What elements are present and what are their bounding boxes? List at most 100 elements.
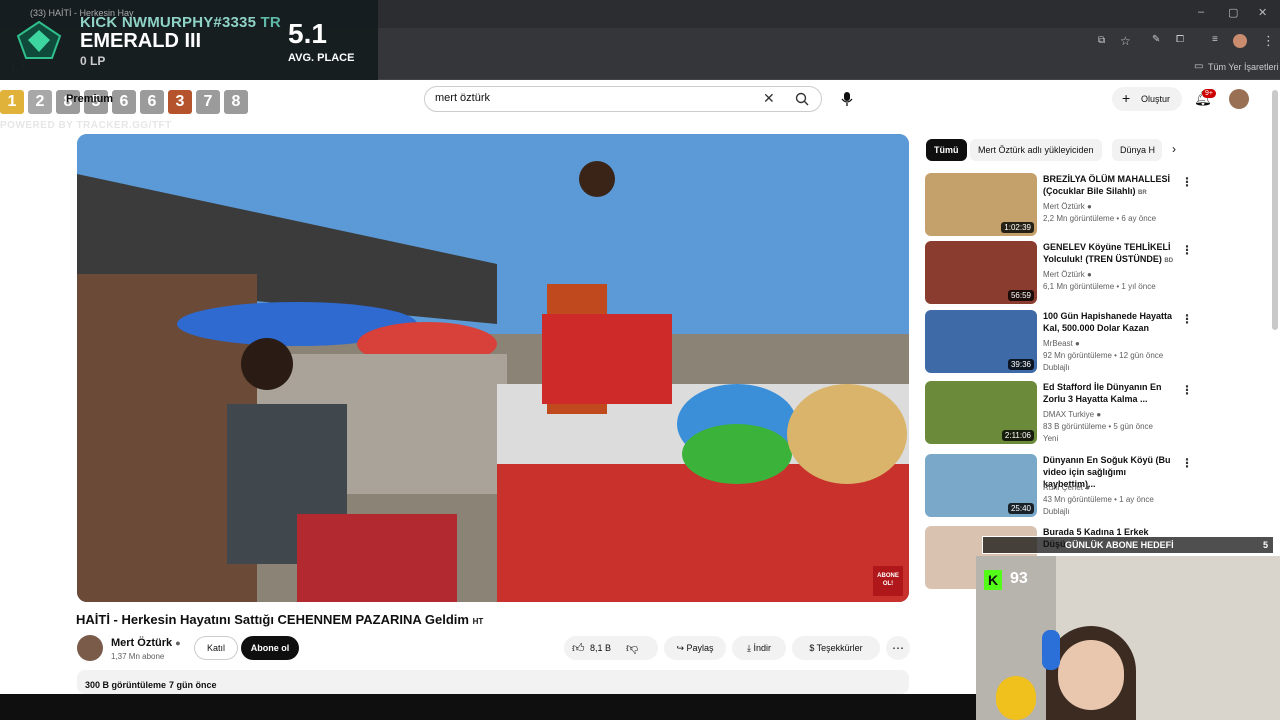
video-duration: 25:40 — [1007, 503, 1034, 514]
recommendation-tag: Dublajlı — [1043, 507, 1070, 516]
recommendation-item[interactable]: 56:59 GENELEV Köyüne TEHLİKELİ Yolculuk! … — [925, 241, 1193, 305]
description-box[interactable]: 300 B görüntüleme 7 gün önce — [77, 670, 909, 694]
avg-place-value: 5.1 — [288, 18, 327, 49]
video-duration: 1:02:39 — [1001, 222, 1034, 233]
profile-avatar[interactable] — [1233, 34, 1247, 48]
kick-follower-count: 93 — [1010, 570, 1028, 587]
recommendation-thumbnail[interactable]: 1:02:39 — [925, 173, 1037, 236]
recommendation-thumbnail[interactable]: 25:40 — [925, 454, 1037, 517]
subscriber-count: 1,37 Mn abone — [111, 652, 165, 661]
bookmark-star-icon[interactable]: ☆ — [1120, 34, 1131, 48]
minimize-icon[interactable]: – — [1198, 6, 1204, 18]
chevron-right-icon[interactable]: › — [1172, 142, 1176, 156]
sub-goal-label: GÜNLÜK ABONE HEDEFİ — [1065, 540, 1174, 550]
more-options-icon[interactable]: ⋮ — [1181, 175, 1193, 189]
thanks-label: Teşekkürler — [816, 643, 863, 653]
recommendation-title[interactable]: BREZİLYA ÖLÜM MAHALLESİ (Çocuklar Bile S… — [1043, 173, 1175, 199]
more-options-icon[interactable]: ⋮ — [1181, 383, 1193, 397]
video-player[interactable]: ABONE OL! — [77, 134, 909, 602]
placement-badge: 3 — [168, 90, 192, 114]
tft-stats-overlay: (33) HAİTİ - Herkesin Hay KICK NWMURPHY#… — [0, 0, 378, 80]
close-window-icon[interactable]: ✕ — [1258, 6, 1267, 19]
clear-search-icon[interactable]: ✕ — [763, 90, 775, 107]
reading-list-icon[interactable]: ≡ — [1212, 34, 1218, 45]
recommendation-meta: 92 Mn görüntüleme • 12 gün önce — [1043, 351, 1164, 360]
chip-channel[interactable]: Mert Öztürk adlı yükleyiciden — [970, 139, 1102, 161]
search-icon[interactable] — [795, 92, 809, 106]
recommendation-title[interactable]: GENELEV Köyüne TEHLİKELİ Yolculuk! (TREN… — [1043, 241, 1175, 267]
recommendation-meta: 2,2 Mn görüntüleme • 6 ay önce — [1043, 214, 1157, 223]
placement-badge: 6 — [140, 90, 164, 114]
verified-icon: ● — [1087, 270, 1092, 279]
puzzle-icon[interactable]: ⧠ — [1176, 34, 1184, 45]
recommendation-title[interactable]: Ed Stafford İle Dünyanın En Zorlu 3 Haya… — [1043, 381, 1175, 407]
more-options-icon[interactable]: ⋮ — [1181, 243, 1193, 257]
maximize-icon[interactable]: ▢ — [1228, 6, 1238, 19]
dislike-icon[interactable]: 👎︎ — [626, 636, 638, 660]
recommendation-meta: 6,1 Mn görüntüleme • 1 yıl önce — [1043, 282, 1156, 291]
subscribe-watermark[interactable]: ABONE OL! — [873, 566, 903, 596]
recommendation-title[interactable]: 100 Gün Hapishanede Hayatta Kal, 500.000… — [1043, 310, 1175, 336]
video-frame — [77, 134, 909, 602]
placement-badge: 7 — [196, 90, 220, 114]
extension-icon[interactable]: ✎ — [1152, 34, 1160, 45]
more-options-icon[interactable]: ⋮ — [1181, 456, 1193, 470]
install-icon[interactable]: ⧉ — [1098, 35, 1105, 46]
recommendation-item[interactable]: 25:40 Dünyanın En Soğuk Köyü (Bu video iç… — [925, 454, 1193, 518]
thanks-icon: $ — [809, 643, 817, 653]
page-scrollbar[interactable] — [1272, 90, 1278, 330]
upload-age: 7 gün önce — [169, 680, 217, 690]
recommendation-channel[interactable]: DMAX Turkiye ● — [1043, 410, 1101, 419]
recommendation-thumbnail[interactable]: 2:11:06 — [925, 381, 1037, 444]
thanks-button[interactable]: $ Teşekkürler — [792, 636, 880, 660]
placement-badge: 2 — [28, 90, 52, 114]
recommendation-item[interactable]: 1:02:39 BREZİLYA ÖLÜM MAHALLESİ (Çocuklar… — [925, 173, 1193, 237]
channel-avatar[interactable] — [77, 635, 103, 661]
view-count: 300 B görüntüleme — [85, 680, 167, 690]
create-label: Oluştur — [1141, 94, 1171, 104]
recommendation-item[interactable]: 39:36 100 Gün Hapishanede Hayatta Kal, 50… — [925, 310, 1193, 374]
powered-by-label: POWERED BY TRACKER.GG/TFT — [0, 120, 172, 131]
summoner-name: KICK NWMURPHY#3335 TR — [80, 14, 281, 31]
like-dislike-group: 👍︎ 8,1 B 👎︎ — [564, 636, 658, 660]
verified-icon: ● — [1085, 483, 1091, 492]
rank-label: EMERALD III — [80, 30, 202, 52]
verified-icon: ● — [1075, 339, 1080, 348]
subscribe-button[interactable]: Abone ol — [241, 636, 299, 660]
search-input[interactable] — [435, 92, 755, 104]
verified-icon: ● — [1096, 410, 1102, 419]
channel-name[interactable]: Mert Öztürk ● — [111, 637, 181, 649]
microphone-icon[interactable] — [840, 91, 854, 107]
share-icon: ↪ — [676, 643, 687, 653]
share-button[interactable]: ↪ Paylaş — [664, 636, 726, 660]
notification-badge: 9+ — [1202, 89, 1216, 98]
all-bookmarks-label[interactable]: Tüm Yer İşaretleri — [1208, 62, 1279, 72]
premium-logo[interactable]: Premium — [66, 93, 113, 105]
join-button[interactable]: Katıl — [194, 636, 238, 660]
recommendation-item[interactable]: 2:11:06 Ed Stafford İle Dünyanın En Zorlu… — [925, 381, 1193, 445]
chip-all[interactable]: Tümü — [926, 139, 967, 161]
user-avatar[interactable] — [1229, 89, 1249, 109]
create-button[interactable]: + Oluştur — [1112, 87, 1182, 111]
browser-menu-icon[interactable]: ⋮ — [1262, 33, 1275, 49]
placement-badge: 6 — [112, 90, 136, 114]
search-box[interactable]: ✕ — [424, 86, 822, 112]
plush-toy — [996, 676, 1036, 720]
recommendation-channel[interactable]: Ruhi Çenet ● — [1043, 483, 1090, 492]
recommendation-meta: 83 B görüntüleme • 5 gün önce — [1043, 422, 1153, 431]
share-label: Paylaş — [686, 643, 714, 653]
recommendation-channel[interactable]: MrBeast ● — [1043, 339, 1080, 348]
more-actions-icon[interactable]: ⋯ — [886, 636, 910, 660]
more-options-icon[interactable]: ⋮ — [1181, 312, 1193, 326]
recommendation-thumbnail[interactable]: 39:36 — [925, 310, 1037, 373]
like-icon[interactable]: 👍︎ — [572, 636, 585, 660]
download-button[interactable]: ⤓ İndir — [732, 636, 786, 660]
chip-world[interactable]: Dünya H — [1112, 139, 1162, 161]
recommendation-tag: Yeni — [1043, 434, 1059, 443]
recommendation-channel[interactable]: Mert Öztürk ● — [1043, 270, 1092, 279]
emerald-rank-icon — [16, 20, 62, 59]
headphones — [1042, 630, 1060, 670]
like-count[interactable]: 8,1 B — [590, 636, 611, 660]
recommendation-channel[interactable]: Mert Öztürk ● — [1043, 202, 1092, 211]
recommendation-thumbnail[interactable]: 56:59 — [925, 241, 1037, 304]
